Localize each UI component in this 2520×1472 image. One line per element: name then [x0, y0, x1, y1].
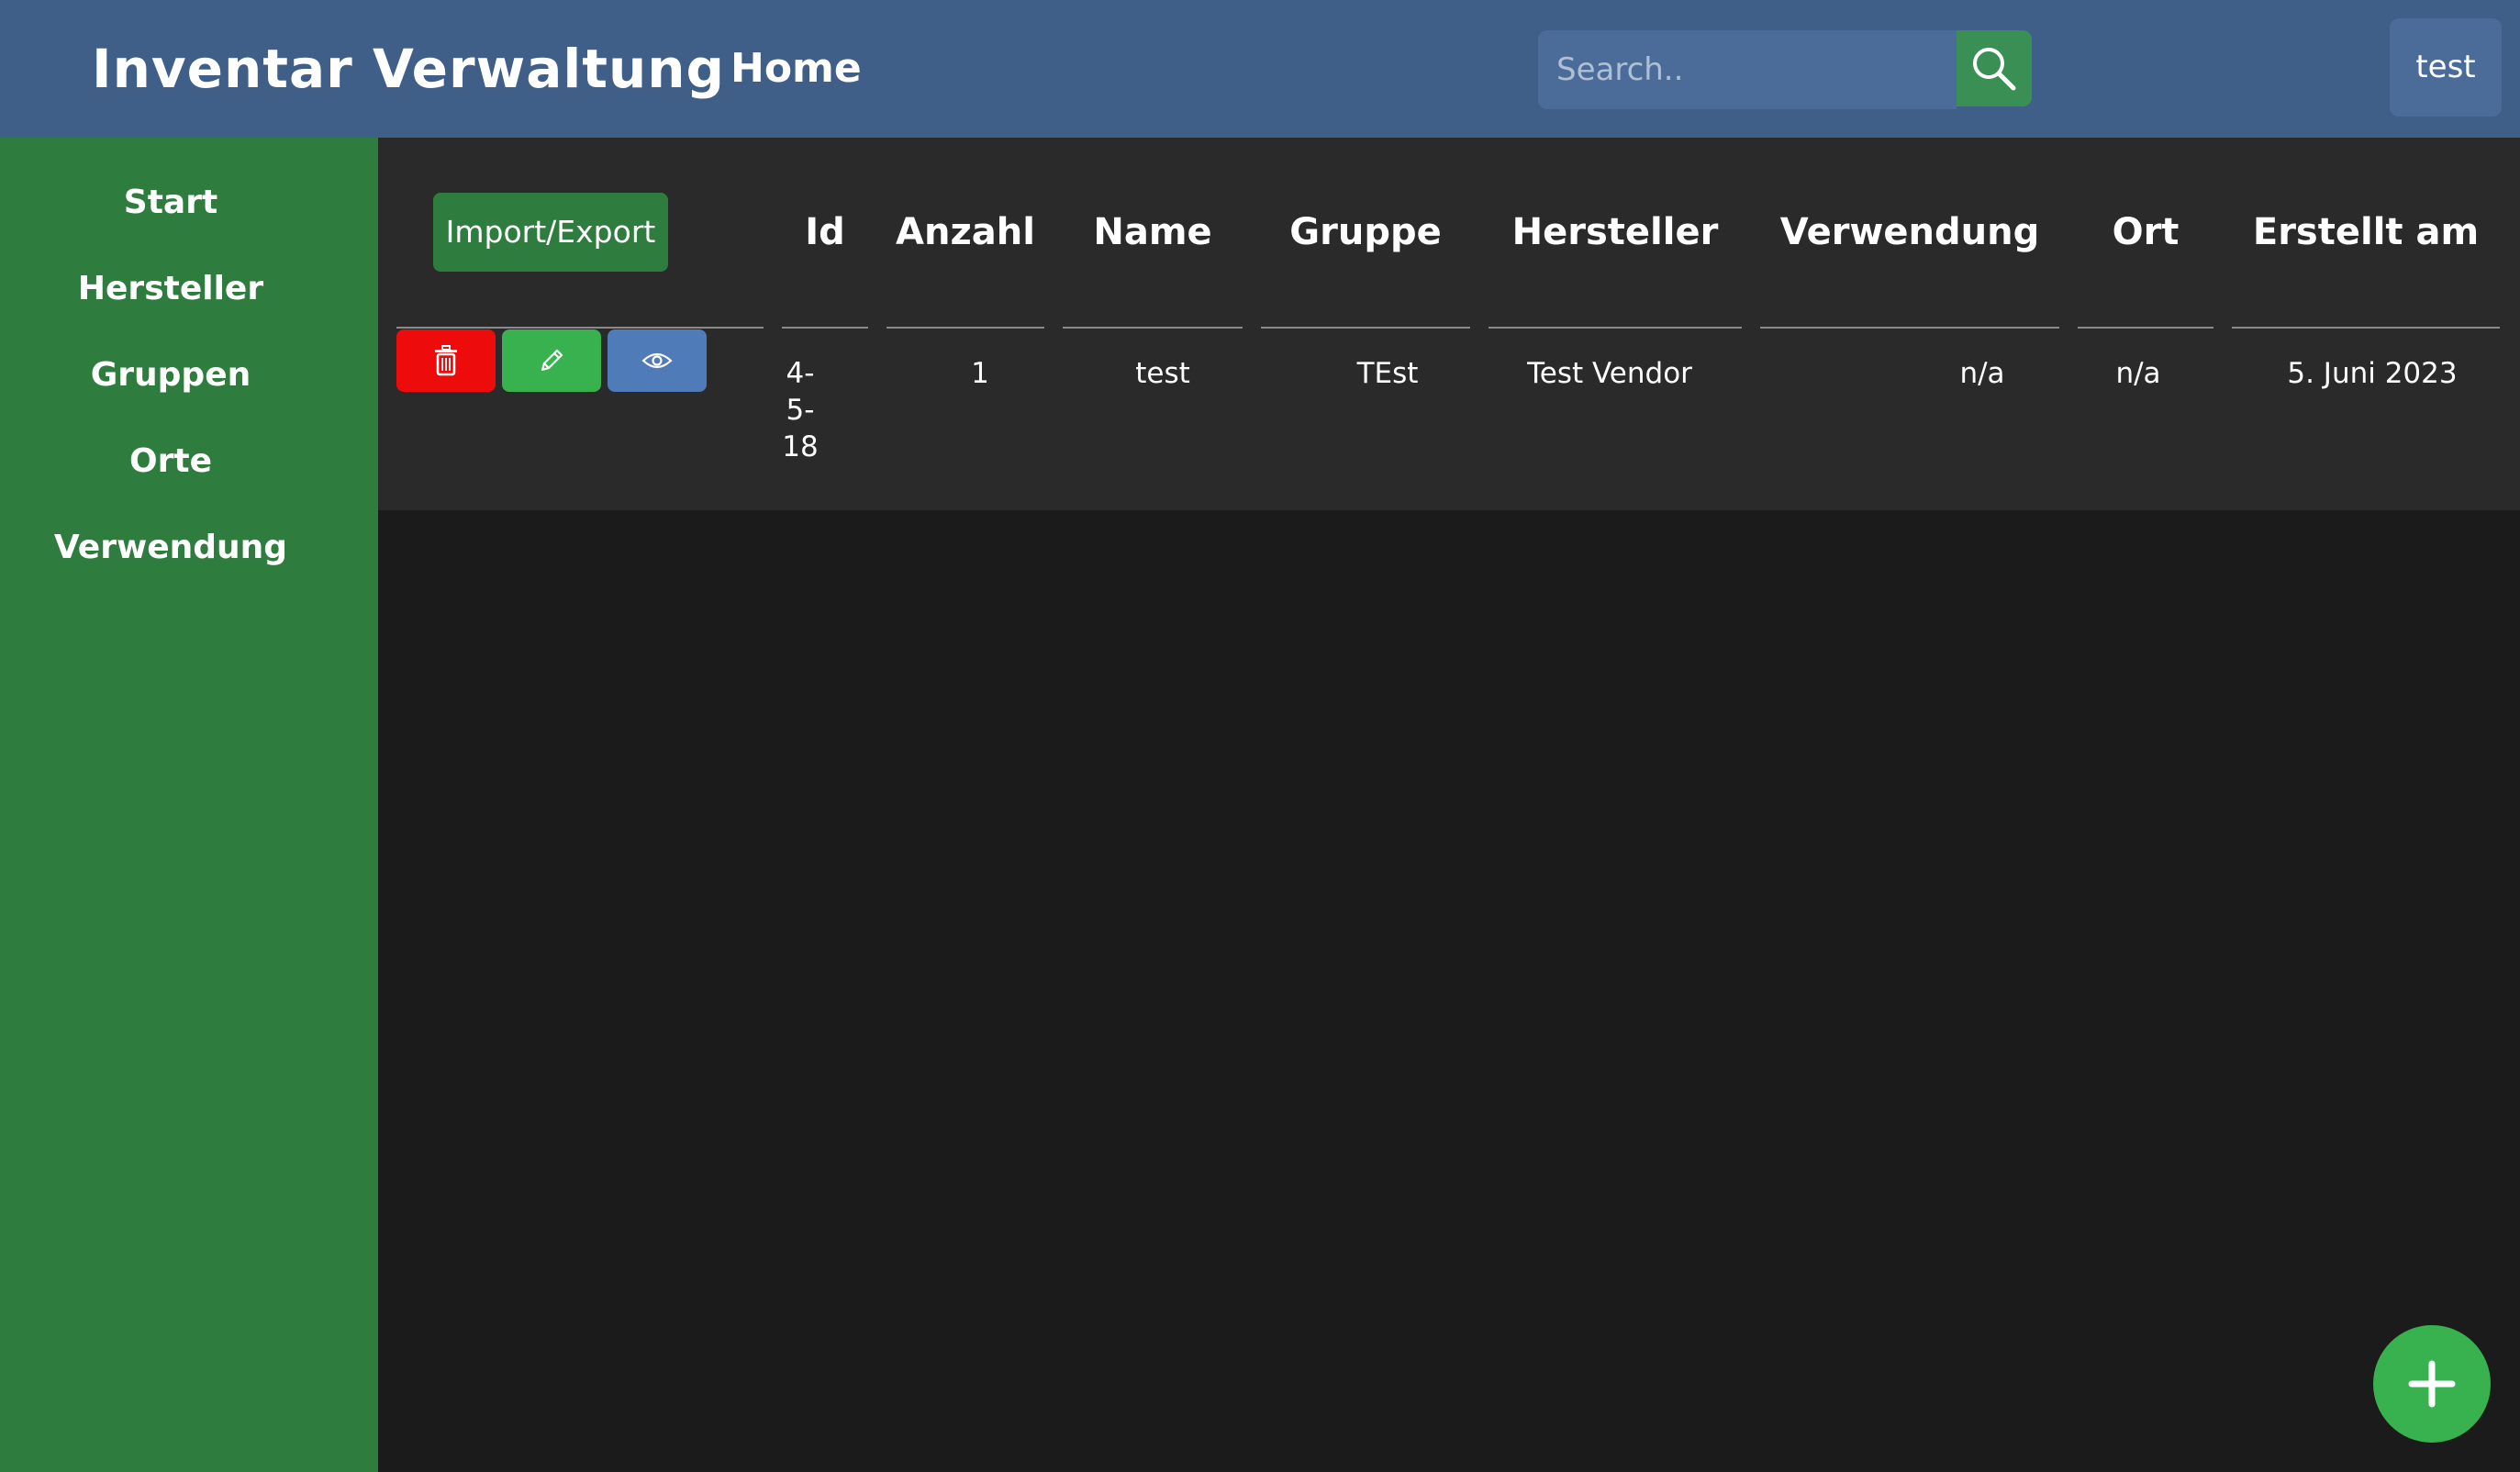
import-export-button[interactable]: Import/Export [433, 193, 668, 272]
sidebar-item-hersteller[interactable]: Hersteller [0, 266, 341, 312]
sidebar-item-start[interactable]: Start [0, 180, 341, 226]
cell-anzahl: 1 [971, 357, 989, 390]
column-header-ort[interactable]: Ort [2078, 206, 2213, 259]
id-part: 18 [782, 430, 819, 463]
nav-home-link[interactable]: Home [730, 42, 862, 95]
sidebar-item-verwendung[interactable]: Verwendung [0, 525, 341, 571]
column-header-hersteller[interactable]: Hersteller [1489, 206, 1742, 259]
search-input[interactable] [1538, 30, 1957, 109]
column-header-verwendung[interactable]: Verwendung [1760, 206, 2059, 259]
sidebar: Start Hersteller Gruppen Orte Verwendung [0, 138, 378, 1472]
edit-button[interactable] [502, 329, 601, 392]
column-header-anzahl[interactable]: Anzahl [886, 206, 1044, 259]
app-title[interactable]: Inventar Verwaltung [92, 35, 725, 103]
column-header-name[interactable]: Name [1063, 206, 1243, 259]
eye-icon [641, 352, 673, 369]
header-divider [1063, 327, 1243, 329]
cell-hersteller: Test Vendor [1527, 357, 1692, 390]
delete-button[interactable] [396, 329, 496, 392]
header-divider [782, 327, 868, 329]
top-navbar: Inventar Verwaltung Home test [0, 0, 2520, 138]
header-divider [396, 327, 764, 329]
header-divider [2232, 327, 2500, 329]
cell-name: test [1135, 357, 1190, 390]
pencil-icon [541, 349, 563, 372]
cell-ort: n/a [2115, 357, 2161, 390]
cell-verwendung: n/a [1959, 357, 2005, 390]
view-button[interactable] [608, 329, 707, 392]
id-part: 5- [786, 394, 815, 427]
header-divider [2078, 327, 2213, 329]
search-icon [1973, 47, 2016, 90]
user-menu-button[interactable]: test [2390, 18, 2502, 117]
column-header-gruppe[interactable]: Gruppe [1261, 206, 1470, 259]
trash-icon [435, 345, 457, 376]
cell-id: 4- 5- 18 [782, 355, 819, 465]
cell-erstellt-am: 5. Juni 2023 [2287, 357, 2458, 390]
cell-gruppe: TEst [1356, 357, 1419, 390]
column-header-id[interactable]: Id [782, 206, 868, 259]
inventory-table-panel [378, 138, 2520, 510]
add-item-button[interactable] [2373, 1325, 2491, 1443]
header-divider [1261, 327, 1470, 329]
id-part: 4- [786, 357, 815, 390]
sidebar-item-orte[interactable]: Orte [0, 439, 341, 485]
column-header-erstellt-am[interactable]: Erstellt am [2232, 206, 2500, 259]
header-divider [1760, 327, 2059, 329]
search-button[interactable] [1957, 30, 2032, 106]
plus-icon [2408, 1360, 2456, 1408]
header-divider [886, 327, 1044, 329]
header-divider [1489, 327, 1742, 329]
sidebar-item-gruppen[interactable]: Gruppen [0, 352, 341, 398]
